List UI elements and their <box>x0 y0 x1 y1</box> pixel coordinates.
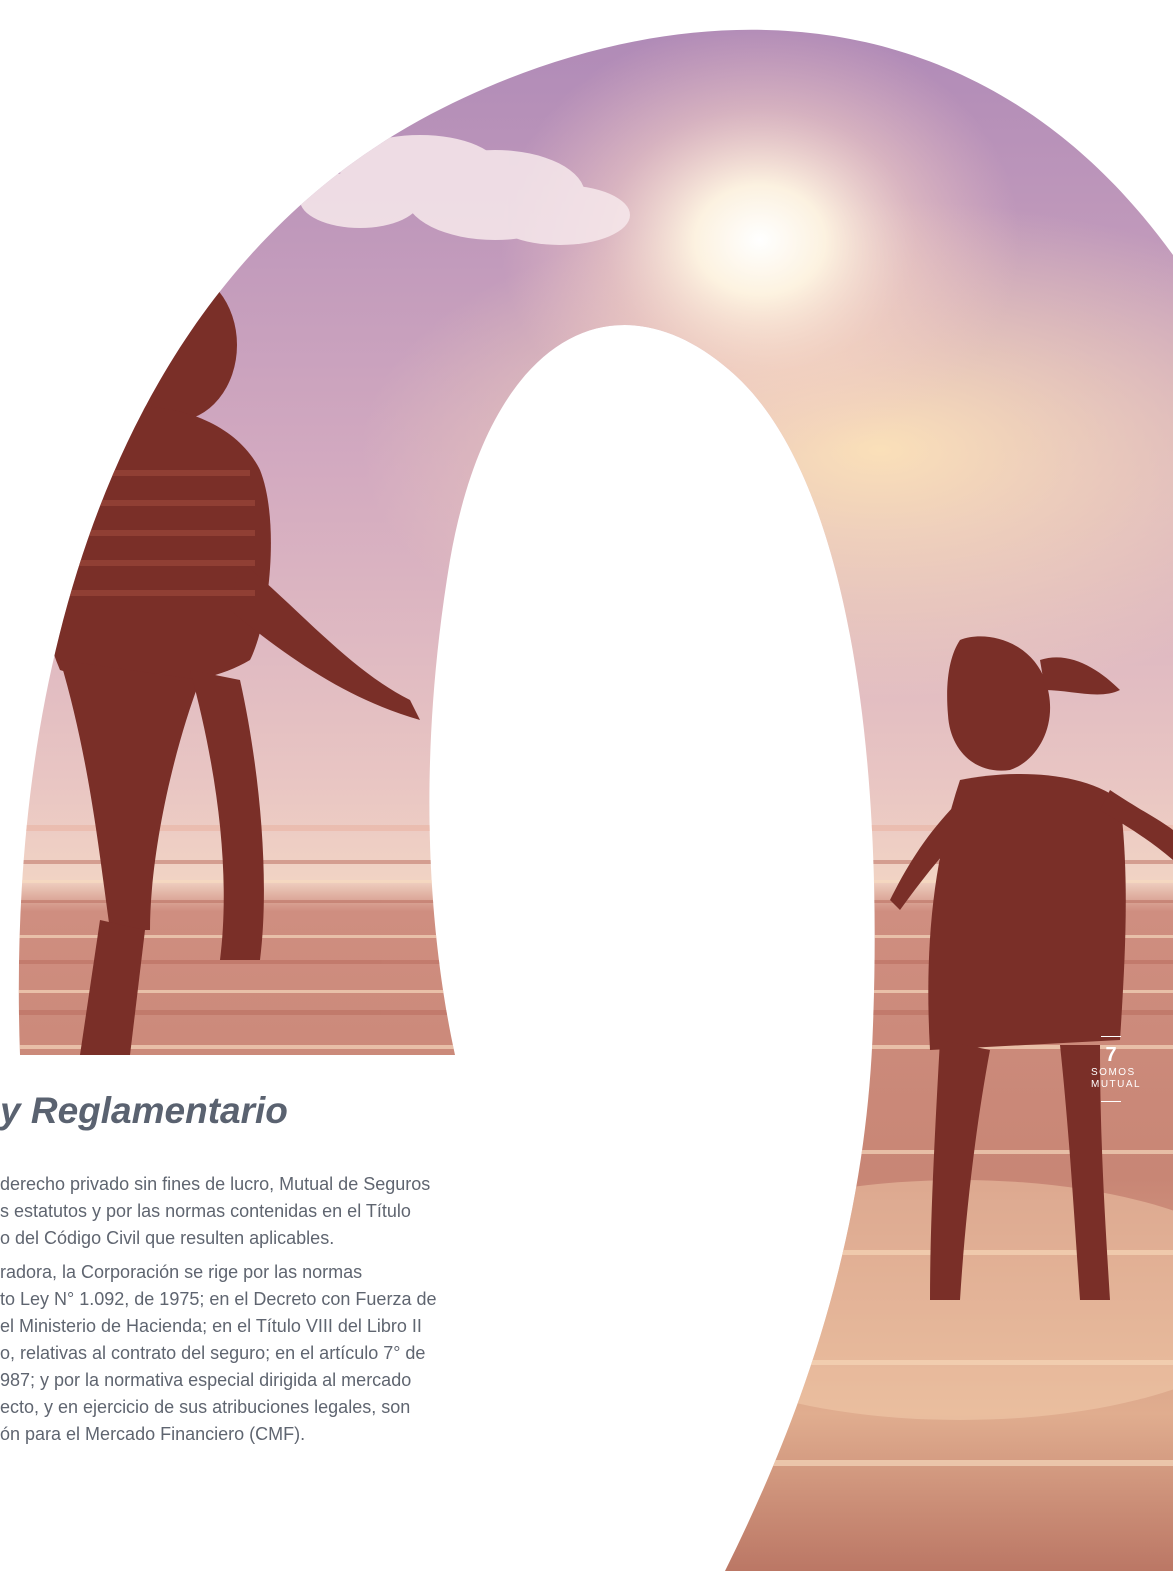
paragraph-line: radora, la Corporación se rige por las n… <box>0 1262 363 1282</box>
paragraph-line: 987; y por la normativa especial dirigid… <box>0 1370 412 1390</box>
section-name-line-1: SOMOS <box>1091 1067 1136 1078</box>
page-marker: 7 SOMOS MUTUAL <box>1091 1036 1142 1102</box>
divider-top <box>1101 1036 1121 1037</box>
body-paragraph-1: derecho privado sin fines de lucro, Mutu… <box>0 1171 630 1252</box>
paragraph-line: to Ley N° 1.092, de 1975; en el Decreto … <box>0 1289 437 1309</box>
paragraph-line: o del Código Civil que resulten aplicabl… <box>0 1228 335 1248</box>
page-number: 7 <box>1105 1044 1117 1066</box>
paragraph-line: el Ministerio de Hacienda; en el Título … <box>0 1316 422 1336</box>
paragraph-line: o, relativas al contrato del seguro; en … <box>0 1343 426 1363</box>
section-name-line-2: MUTUAL <box>1091 1079 1142 1090</box>
section-heading: y Reglamentario <box>0 1090 288 1131</box>
paragraph-line: s estatutos y por las normas contenidas … <box>0 1201 411 1221</box>
paragraph-line: ón para el Mercado Financiero (CMF). <box>0 1424 306 1444</box>
section-name: SOMOS MUTUAL <box>1091 1067 1142 1091</box>
paragraph-line: ecto, y en ejercicio de sus atribuciones… <box>0 1397 411 1417</box>
body-paragraph-2: radora, la Corporación se rige por las n… <box>0 1259 630 1448</box>
divider-bottom <box>1101 1101 1121 1102</box>
paragraph-line: derecho privado sin fines de lucro, Mutu… <box>0 1174 431 1194</box>
